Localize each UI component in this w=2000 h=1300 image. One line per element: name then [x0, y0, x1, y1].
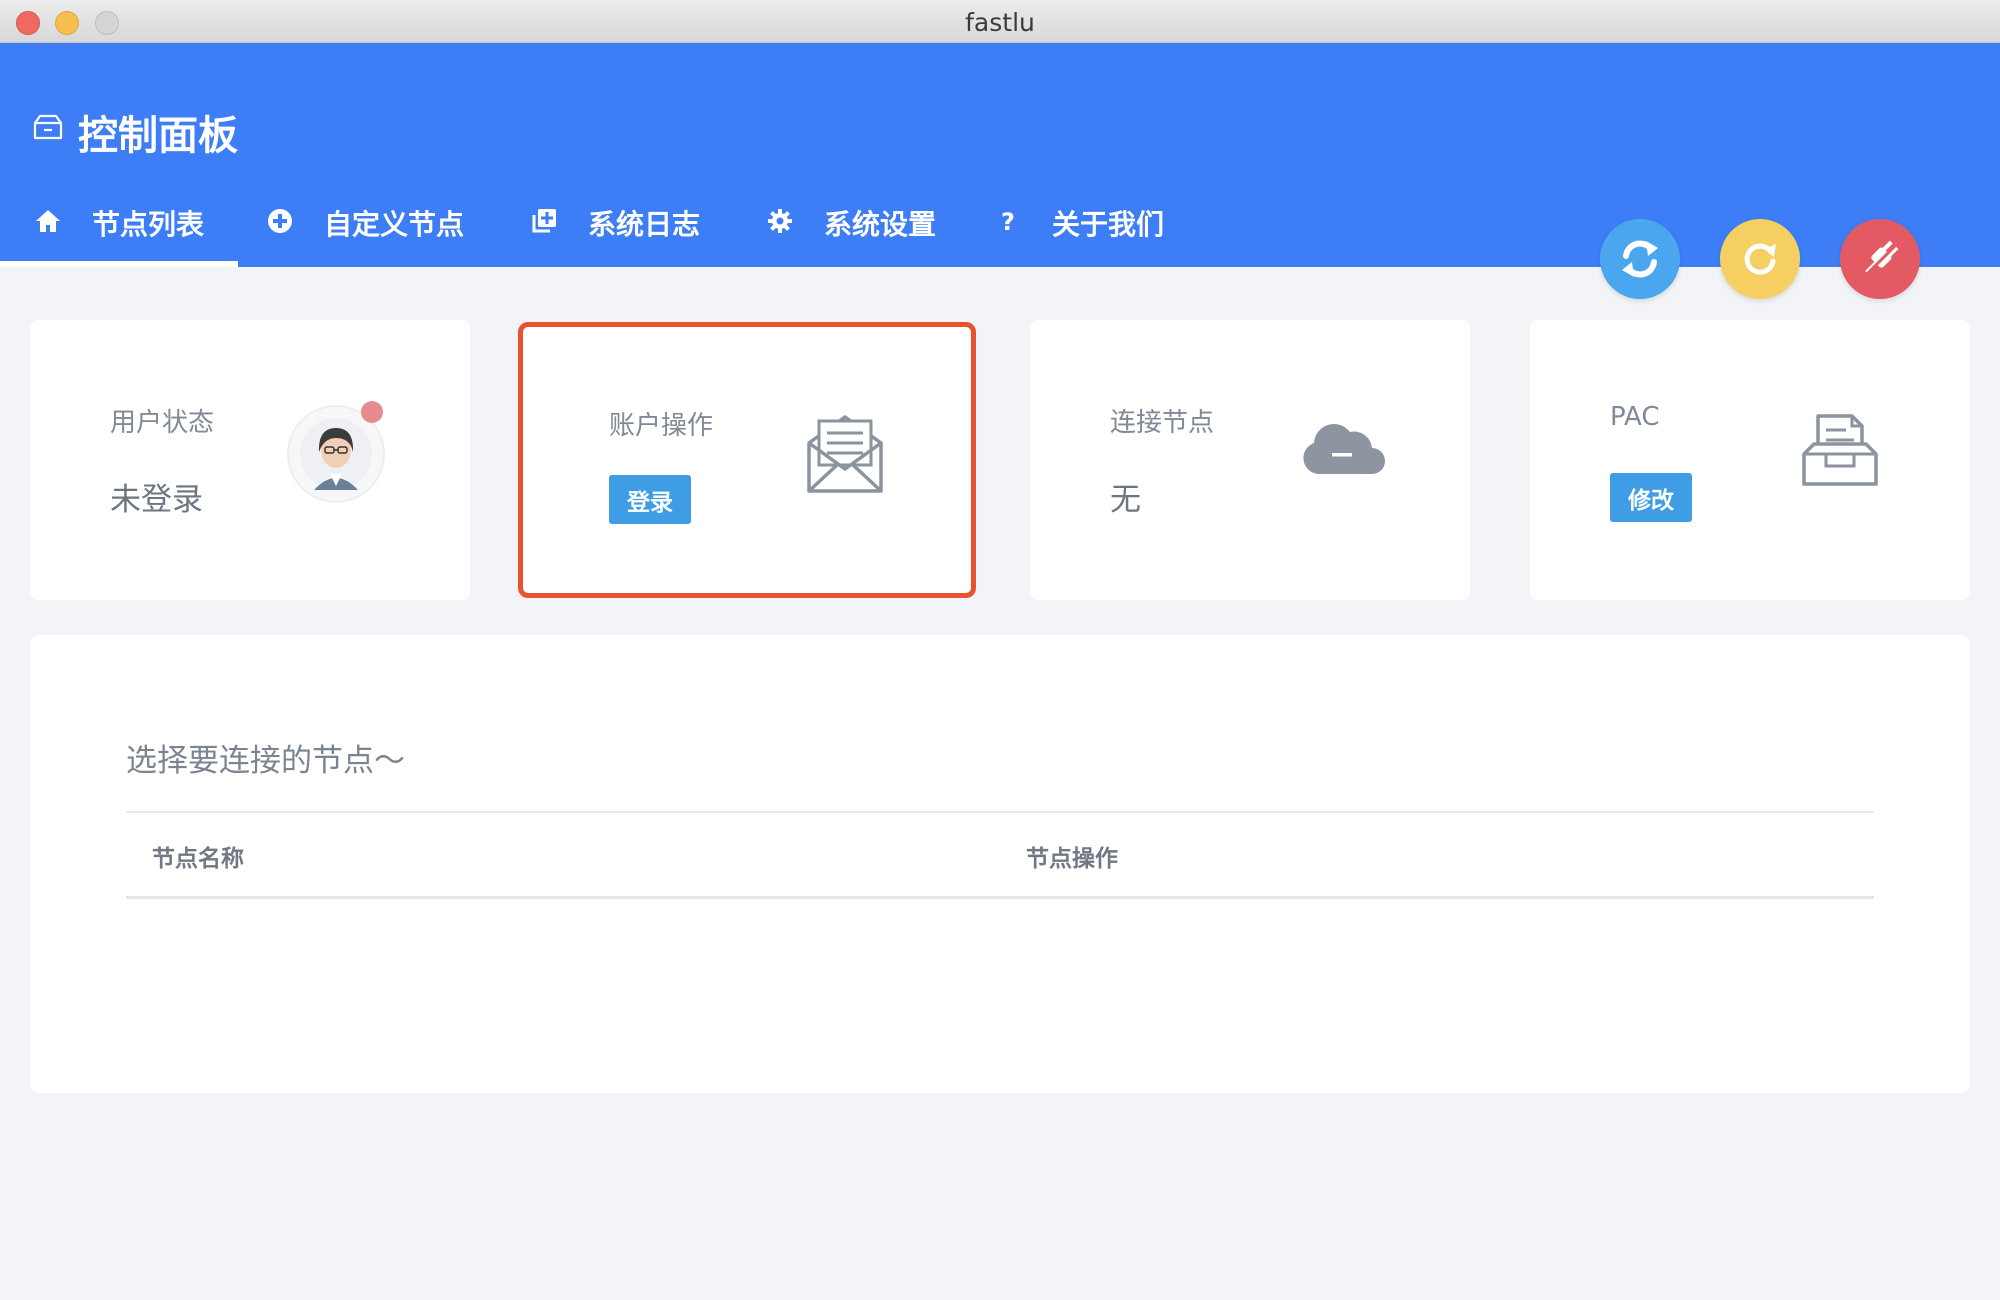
disconnect-button[interactable]	[1840, 219, 1920, 299]
card-label: 用户状态	[110, 408, 215, 438]
account-card: 账户操作 登录	[518, 322, 976, 598]
user-status-value: 未登录	[110, 482, 203, 518]
question-icon: ?	[1001, 208, 1015, 235]
card-label: PAC	[1610, 402, 1660, 432]
inbox-tray-icon	[1802, 414, 1878, 486]
tab-label: 节点列表	[92, 208, 205, 241]
user-status-card: 用户状态 未登录	[30, 320, 470, 600]
inbox-icon	[33, 114, 63, 140]
refresh-button[interactable]	[1720, 219, 1800, 299]
svg-text:?: ?	[1001, 208, 1015, 235]
window-title: fastlu	[965, 8, 1035, 37]
modify-pac-button[interactable]: 修改	[1610, 473, 1692, 522]
sync-icon	[1622, 240, 1658, 278]
copy-plus-icon	[532, 209, 556, 233]
refresh-icon	[1744, 243, 1776, 275]
tab-label: 系统日志	[588, 208, 701, 241]
tab-custom-node[interactable]: 自定义节点	[266, 203, 464, 267]
sync-button[interactable]	[1600, 219, 1680, 299]
envelope-open-icon	[807, 415, 883, 493]
app-header: 控制面板 节点列表 自定义节点 系统日志 系统设置 ? 关于我们	[0, 43, 2000, 267]
login-button[interactable]: 登录	[609, 475, 691, 524]
tab-system-log[interactable]: 系统日志	[530, 203, 700, 267]
gear-icon	[768, 209, 792, 233]
node-panel: 选择要连接的节点～ 节点名称 节点操作	[30, 635, 1970, 1093]
cloud-icon	[1303, 423, 1385, 474]
pac-card: PAC 修改	[1530, 320, 1970, 600]
node-panel-title: 选择要连接的节点～	[126, 743, 405, 779]
tab-label: 自定义节点	[324, 208, 465, 241]
app-window: fastlu 控制面板 节点列表 自定义节点 系统日志 系统设置 ? 关于我们 …	[0, 0, 2000, 1300]
connect-node-value: 无	[1110, 482, 1141, 518]
tab-about-us[interactable]: ? 关于我们	[994, 203, 1164, 267]
node-table: 节点名称 节点操作	[126, 811, 1874, 899]
plus-circle-icon	[268, 209, 292, 233]
tab-system-settings[interactable]: 系统设置	[766, 203, 936, 267]
page-title: 控制面板	[78, 113, 238, 159]
card-label: 连接节点	[1110, 408, 1215, 438]
card-label: 账户操作	[609, 411, 714, 441]
tab-label: 关于我们	[1052, 208, 1165, 241]
home-icon	[36, 210, 60, 232]
connect-node-card: 连接节点 无	[1030, 320, 1470, 600]
tab-node-list[interactable]: 节点列表	[0, 203, 239, 267]
user-avatar-icon	[287, 401, 385, 503]
column-header-node-name: 节点名称	[152, 846, 244, 872]
unplug-icon	[1862, 240, 1900, 279]
tab-label: 系统设置	[824, 208, 937, 241]
title-bar: fastlu	[0, 0, 2000, 43]
column-header-node-actions: 节点操作	[1026, 846, 1118, 872]
